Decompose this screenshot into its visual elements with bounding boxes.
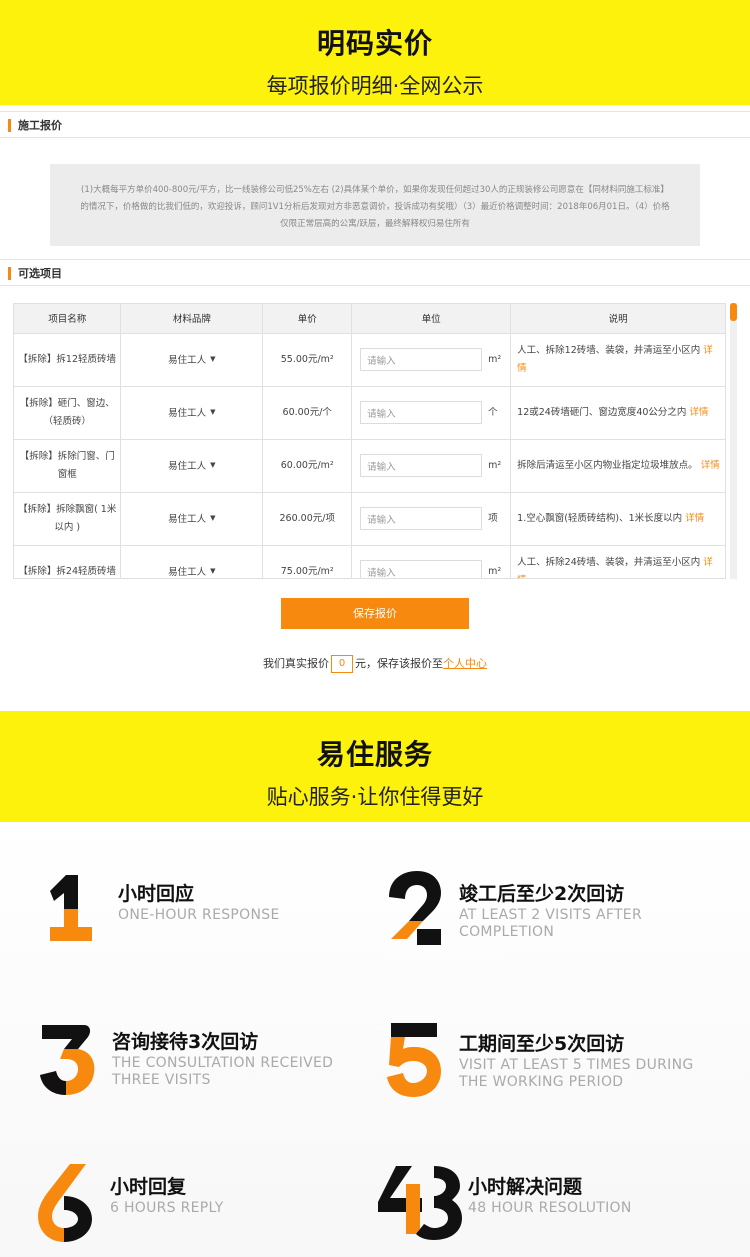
col-header-unit: 单位 (351, 304, 512, 334)
total-quote-line: 我们真实报价 0 元，保存该报价至个人中心 (0, 655, 750, 675)
pricing-banner: 明码实价 每项报价明细·全网公示 (0, 0, 750, 105)
total-quote-value: 0 (331, 655, 353, 673)
caret-down-icon: ▼ (210, 566, 216, 575)
unit-price: 55.00元/m² (262, 333, 353, 387)
unit-cell: 请输入 m² (351, 439, 512, 493)
caret-down-icon: ▼ (210, 460, 216, 469)
unit-label: 项 (488, 512, 498, 524)
service-six-hours-reply: 小时回复 6 HOURS REPLY (36, 1162, 386, 1252)
item-desc: 拆除后清运至小区内物业指定垃圾堆放点。 详情 (510, 439, 725, 493)
service-48-hour-resolution: 小时解决问题 48 HOUR RESOLUTION (376, 1162, 726, 1252)
unit-label: 个 (488, 406, 498, 418)
service-five-visits-working-period: 工期间至少5次回访 VISIT AT LEAST 5 TIMES DURING … (385, 1019, 735, 1109)
service-three-consultation-visits: 咨询接待3次回访 THE CONSULTATION RECEIVED THREE… (38, 1017, 388, 1107)
col-header-name: 项目名称 (14, 304, 122, 334)
item-desc: 人工、拆除24砖墙、装袋，并清运至小区内 详情 (510, 545, 725, 578)
brand-select[interactable]: 易住工人 ▼ (168, 509, 215, 529)
number-3-icon (40, 1025, 95, 1095)
quantity-input[interactable]: 请输入 (360, 454, 483, 477)
brand-select[interactable]: 易住工人 ▼ (168, 562, 216, 579)
number-5-icon (387, 1023, 441, 1097)
brand-select[interactable]: 易住工人 ▼ (168, 350, 215, 370)
detail-link[interactable]: 详情 (701, 460, 720, 471)
item-name: 【拆除】砸门、窗边、（轻质砖） (14, 386, 122, 440)
unit-cell: 请输入 m² (351, 545, 512, 578)
optional-items-header: 可选项目 (0, 259, 750, 286)
unit-label: m² (488, 459, 502, 471)
pricing-notice: (1)大概每平方单价400-800元/平方，比一线装修公司低25%左右 (2)具… (50, 164, 700, 246)
item-name: 【拆除】拆除门窗、门窗框 (14, 439, 122, 493)
quantity-input[interactable]: 请输入 (360, 348, 483, 371)
construction-quote-header: 施工报价 (0, 111, 750, 138)
table-row: 【拆除】拆除门窗、门窗框 易住工人 ▼ 60.00元/m² 请输入 m² 拆除后清运至小区内… (14, 439, 725, 493)
caret-down-icon: ▼ (210, 354, 216, 363)
optional-items-table-area: 项目名称 材料品牌 单价 单位 说明 【拆除】拆12轻质砖墙 易住工人 ▼ 55.00… (13, 303, 739, 585)
quantity-input[interactable]: 请输入 (360, 401, 483, 424)
number-48-icon (378, 1166, 462, 1240)
item-desc: 1.空心飘窗(轻质砖结构)、1米长度以内 详情 (510, 492, 725, 546)
unit-price: 60.00元/m² (262, 439, 353, 493)
pricing-banner-subtitle: 每项报价明细·全网公示 (266, 74, 484, 98)
item-name: 【拆除】拆12轻质砖墙 (14, 333, 122, 387)
optional-items-table: 项目名称 材料品牌 单价 单位 说明 【拆除】拆12轻质砖墙 易住工人 ▼ 55.00… (14, 304, 725, 579)
unit-label: m² (488, 353, 502, 365)
optional-items-table-scroll[interactable]: 项目名称 材料品牌 单价 单位 说明 【拆除】拆12轻质砖墙 易住工人 ▼ 55.00… (13, 303, 726, 579)
service-banner-title: 易住服务 (316, 738, 433, 771)
pricing-banner-title: 明码实价 (316, 27, 433, 60)
quantity-input[interactable]: 请输入 (360, 560, 483, 578)
number-1-icon (50, 875, 92, 941)
brand-select[interactable]: 易住工人 ▼ (168, 403, 215, 423)
unit-cell: 请输入个 (351, 386, 512, 440)
brand-cell: 易住工人 ▼ (120, 545, 264, 579)
table-scrollbar[interactable] (730, 303, 737, 579)
brand-cell: 易住工人 ▼ (120, 386, 264, 440)
services-grid: 小时回应 ONE-HOUR RESPONSE 竣工后至少2次回访 AT LEAS… (0, 822, 750, 1257)
col-header-price: 单价 (262, 304, 353, 334)
brand-cell: 易住工人 ▼ (120, 333, 264, 387)
col-header-brand: 材料品牌 (120, 304, 264, 334)
unit-price: 260.00元/项 (262, 492, 353, 546)
brand-cell: 易住工人 ▼ (120, 492, 264, 546)
brand-select[interactable]: 易住工人 ▼ (168, 456, 215, 476)
brand-cell: 易住工人 ▼ (120, 439, 264, 493)
item-name: 【拆除】拆除飘窗( 1米以内 ) (14, 492, 122, 546)
caret-down-icon: ▼ (210, 513, 216, 522)
item-desc: 人工、拆除12砖墙、装袋，并清运至小区内 详情 (510, 333, 725, 387)
number-6-icon (38, 1164, 92, 1242)
unit-label: m² (488, 565, 502, 577)
quantity-input[interactable]: 请输入 (360, 507, 483, 530)
service-one-hour-response: 小时回应 ONE-HOUR RESPONSE (44, 869, 394, 959)
table-scrollbar-thumb[interactable] (730, 303, 737, 321)
table-row: 【拆除】拆12轻质砖墙 易住工人 ▼ 55.00元/m² 请输入 m² 人工、拆除12砖墙、… (14, 333, 725, 387)
save-quote-button[interactable]: 保存报价 (281, 598, 469, 629)
unit-price: 60.00元/个 (262, 386, 353, 440)
unit-price: 75.00元/m² (262, 545, 353, 578)
table-row: 【拆除】拆除飘窗( 1米以内 ) 易住工人 ▼ 260.00元/项 请输入项 1.空心飘窗… (14, 492, 725, 546)
unit-cell: 请输入 m² (351, 333, 512, 387)
item-name: 【拆除】拆24轻质砖墙 (14, 545, 122, 578)
unit-cell: 请输入项 (351, 492, 512, 546)
service-two-visits-after-completion: 竣工后至少2次回访 AT LEAST 2 VISITS AFTER COMPLE… (385, 869, 735, 959)
item-desc: 12或24砖墙砸门、窗边宽度40公分之内 详情 (510, 386, 725, 440)
col-header-desc: 说明 (510, 304, 725, 334)
number-2-icon (389, 871, 441, 945)
detail-link[interactable]: 详情 (685, 513, 704, 524)
personal-center-link[interactable]: 个人中心 (443, 657, 487, 670)
caret-down-icon: ▼ (210, 407, 216, 416)
detail-link[interactable]: 详情 (689, 407, 708, 418)
table-row: 【拆除】砸门、窗边、（轻质砖） 易住工人 ▼ 60.00元/个 请输入个 12或24砖墙砸… (14, 386, 725, 440)
service-banner: 易住服务 贴心服务·让你住得更好 (0, 711, 750, 822)
service-banner-subtitle: 贴心服务·让你住得更好 (266, 785, 484, 809)
table-row: 【拆除】拆24轻质砖墙易住工人 ▼ 75.00元/m² 请输入 m² 人工、拆除24砖墙、… (14, 545, 725, 579)
